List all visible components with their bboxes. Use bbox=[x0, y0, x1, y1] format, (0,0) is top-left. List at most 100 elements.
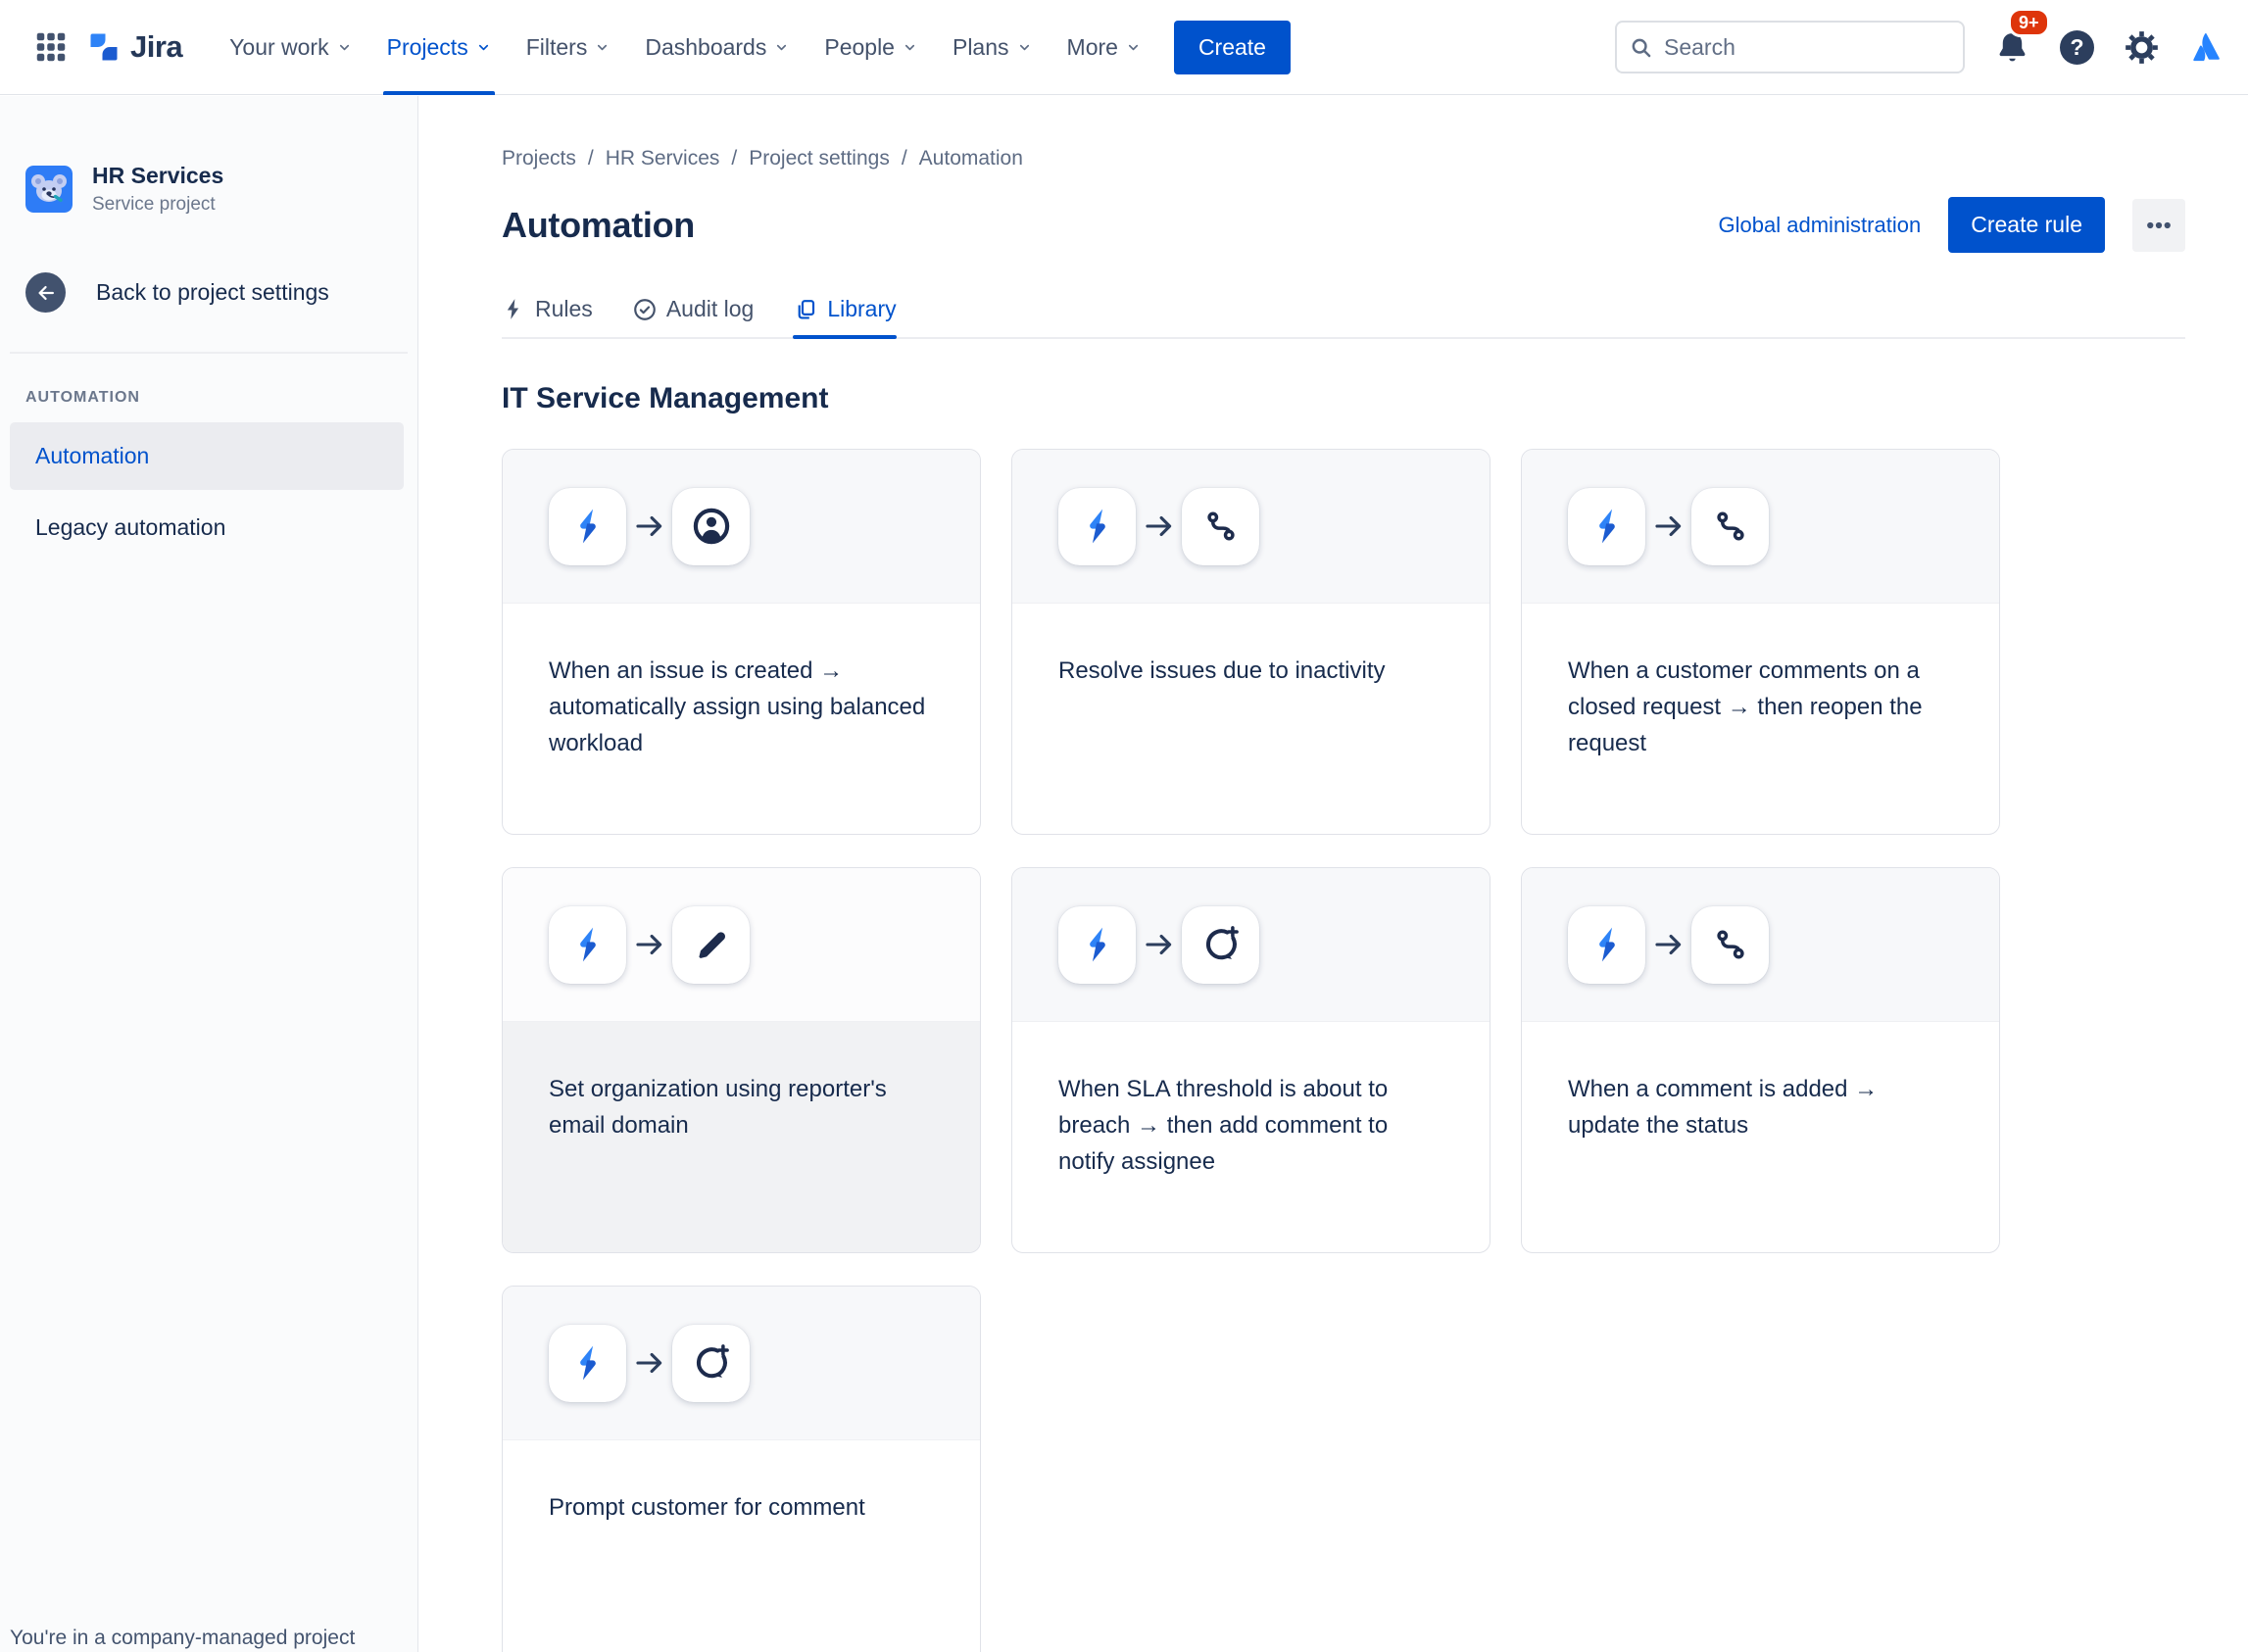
card-icon-band bbox=[1522, 868, 1999, 1022]
template-card[interactable]: Resolve issues due to inactivity bbox=[1011, 449, 1491, 835]
tab-audit-log[interactable]: Audit log bbox=[632, 296, 754, 337]
navbar-right: 9+ ? bbox=[1615, 7, 2223, 73]
notification-badge: 9+ bbox=[2008, 7, 2050, 37]
global-administration-link[interactable]: Global administration bbox=[1719, 213, 1922, 238]
breadcrumb-project-settings[interactable]: Project settings bbox=[749, 147, 890, 170]
question-mark-icon: ? bbox=[2060, 29, 2094, 65]
project-avatar bbox=[25, 166, 73, 213]
nav-label: Plans bbox=[952, 33, 1009, 60]
card-icon-band bbox=[503, 450, 980, 604]
nav-item-projects[interactable]: Projects bbox=[369, 0, 509, 95]
workflow-icon bbox=[1691, 905, 1769, 984]
chevron-down-icon bbox=[476, 40, 491, 55]
back-label: Back to project settings bbox=[96, 279, 329, 305]
nav-item-plans[interactable]: Plans bbox=[935, 0, 1050, 95]
template-card[interactable]: Set organization using reporter's email … bbox=[502, 867, 981, 1253]
comment-add-icon bbox=[672, 1324, 750, 1402]
breadcrumb-separator: / bbox=[901, 147, 907, 170]
breadcrumb-separator: / bbox=[587, 147, 594, 170]
breadcrumb: Projects / HR Services / Project setting… bbox=[502, 147, 2185, 170]
app-switcher-icon[interactable] bbox=[29, 25, 73, 69]
managed-project-note: You're in a company-managed project bbox=[10, 1627, 356, 1649]
page-title: Automation bbox=[502, 204, 695, 245]
template-card-grid: When an issue is created → automatically… bbox=[502, 449, 2185, 1652]
search-input[interactable] bbox=[1615, 21, 1965, 73]
automation-bolt-icon bbox=[549, 1324, 626, 1402]
automation-bolt-icon bbox=[549, 487, 626, 565]
comment-add-icon bbox=[1182, 905, 1259, 984]
workflow-icon bbox=[1691, 487, 1769, 565]
nav-item-filters[interactable]: Filters bbox=[509, 0, 628, 95]
template-card[interactable]: When a comment is added → update the sta… bbox=[1521, 867, 2000, 1253]
card-icon-band bbox=[503, 1287, 980, 1440]
breadcrumb-automation[interactable]: Automation bbox=[919, 147, 1023, 170]
sidebar-item-automation[interactable]: Automation bbox=[10, 422, 404, 490]
chevron-down-icon bbox=[774, 40, 789, 55]
arrow-right-icon bbox=[626, 510, 672, 543]
nav-item-more[interactable]: More bbox=[1050, 0, 1158, 95]
card-text: Prompt customer for comment bbox=[549, 1494, 865, 1521]
project-type: Service project bbox=[92, 194, 216, 215]
page-header: Automation Global administration Create … bbox=[502, 197, 2185, 253]
more-options-button[interactable] bbox=[2132, 198, 2185, 252]
card-icon-band bbox=[503, 868, 980, 1022]
template-card[interactable]: Prompt customer for comment bbox=[502, 1286, 981, 1652]
card-text: When a customer comments on a closed req… bbox=[1568, 657, 1923, 756]
automation-bolt-icon bbox=[1568, 487, 1645, 565]
arrow-right-icon bbox=[1645, 928, 1691, 961]
top-navbar: Jira Your work Projects Filters Dashboar… bbox=[0, 0, 2248, 95]
tab-library[interactable]: Library bbox=[793, 296, 897, 339]
lightning-icon bbox=[502, 297, 526, 321]
template-card[interactable]: When an issue is created → automatically… bbox=[502, 449, 981, 835]
person-icon bbox=[672, 487, 750, 565]
back-arrow-icon bbox=[25, 272, 66, 313]
atlassian-app-button[interactable] bbox=[2189, 30, 2223, 64]
nav-item-your-work[interactable]: Your work bbox=[212, 0, 368, 95]
automation-bolt-icon bbox=[1058, 905, 1136, 984]
pages-icon bbox=[793, 297, 818, 322]
header-actions: Global administration Create rule bbox=[1719, 197, 2185, 253]
create-rule-button[interactable]: Create rule bbox=[1948, 197, 2105, 253]
settings-button[interactable] bbox=[2124, 29, 2160, 66]
breadcrumb-separator: / bbox=[731, 147, 738, 170]
template-card[interactable]: When a customer comments on a closed req… bbox=[1521, 449, 2000, 835]
card-text: When an issue is created → automatically… bbox=[549, 657, 926, 756]
atlassian-logo-icon bbox=[2193, 32, 2220, 62]
notifications-button[interactable]: 9+ bbox=[1994, 7, 2050, 66]
sidebar-divider bbox=[10, 352, 408, 354]
tab-rules[interactable]: Rules bbox=[502, 296, 593, 337]
breadcrumb-hr-services[interactable]: HR Services bbox=[606, 147, 720, 170]
back-to-project-settings[interactable]: Back to project settings bbox=[0, 272, 417, 313]
nav-label: Projects bbox=[386, 33, 468, 60]
nav-label: Filters bbox=[525, 33, 588, 60]
create-button[interactable]: Create bbox=[1173, 20, 1291, 74]
nav-item-dashboards[interactable]: Dashboards bbox=[627, 0, 806, 95]
gear-icon bbox=[2126, 30, 2158, 64]
card-text: Set organization using reporter's email … bbox=[503, 1022, 980, 1252]
sidebar-item-legacy-automation[interactable]: Legacy automation bbox=[10, 494, 404, 561]
tab-label: Rules bbox=[535, 296, 593, 321]
check-circle-icon bbox=[632, 297, 658, 322]
card-icon-band bbox=[1012, 868, 1490, 1022]
sidebar-section-label: AUTOMATION bbox=[25, 389, 140, 406]
help-button[interactable]: ? bbox=[2060, 29, 2094, 65]
breadcrumb-projects[interactable]: Projects bbox=[502, 147, 576, 170]
chevron-down-icon bbox=[595, 40, 610, 55]
jira-logo-icon bbox=[90, 33, 118, 61]
card-icon-band bbox=[1012, 450, 1490, 604]
jira-logo[interactable]: Jira bbox=[86, 29, 183, 65]
card-text: When a comment is added → update the sta… bbox=[1568, 1076, 1879, 1139]
main-content: Projects / HR Services / Project setting… bbox=[419, 96, 2248, 1652]
arrow-right-icon bbox=[626, 1346, 672, 1380]
automation-bolt-icon bbox=[549, 905, 626, 984]
search-container bbox=[1615, 21, 1965, 73]
project-header: HR Services Service project bbox=[0, 96, 417, 216]
ellipsis-icon bbox=[2147, 221, 2171, 228]
nav-item-people[interactable]: People bbox=[806, 0, 935, 95]
card-icon-band bbox=[1522, 450, 1999, 604]
nav-label: Dashboards bbox=[645, 33, 767, 60]
jira-logo-text: Jira bbox=[130, 29, 183, 64]
arrow-right-icon bbox=[1136, 510, 1182, 543]
template-card[interactable]: When SLA threshold is about to breach → … bbox=[1011, 867, 1491, 1253]
arrow-right-icon bbox=[1136, 928, 1182, 961]
